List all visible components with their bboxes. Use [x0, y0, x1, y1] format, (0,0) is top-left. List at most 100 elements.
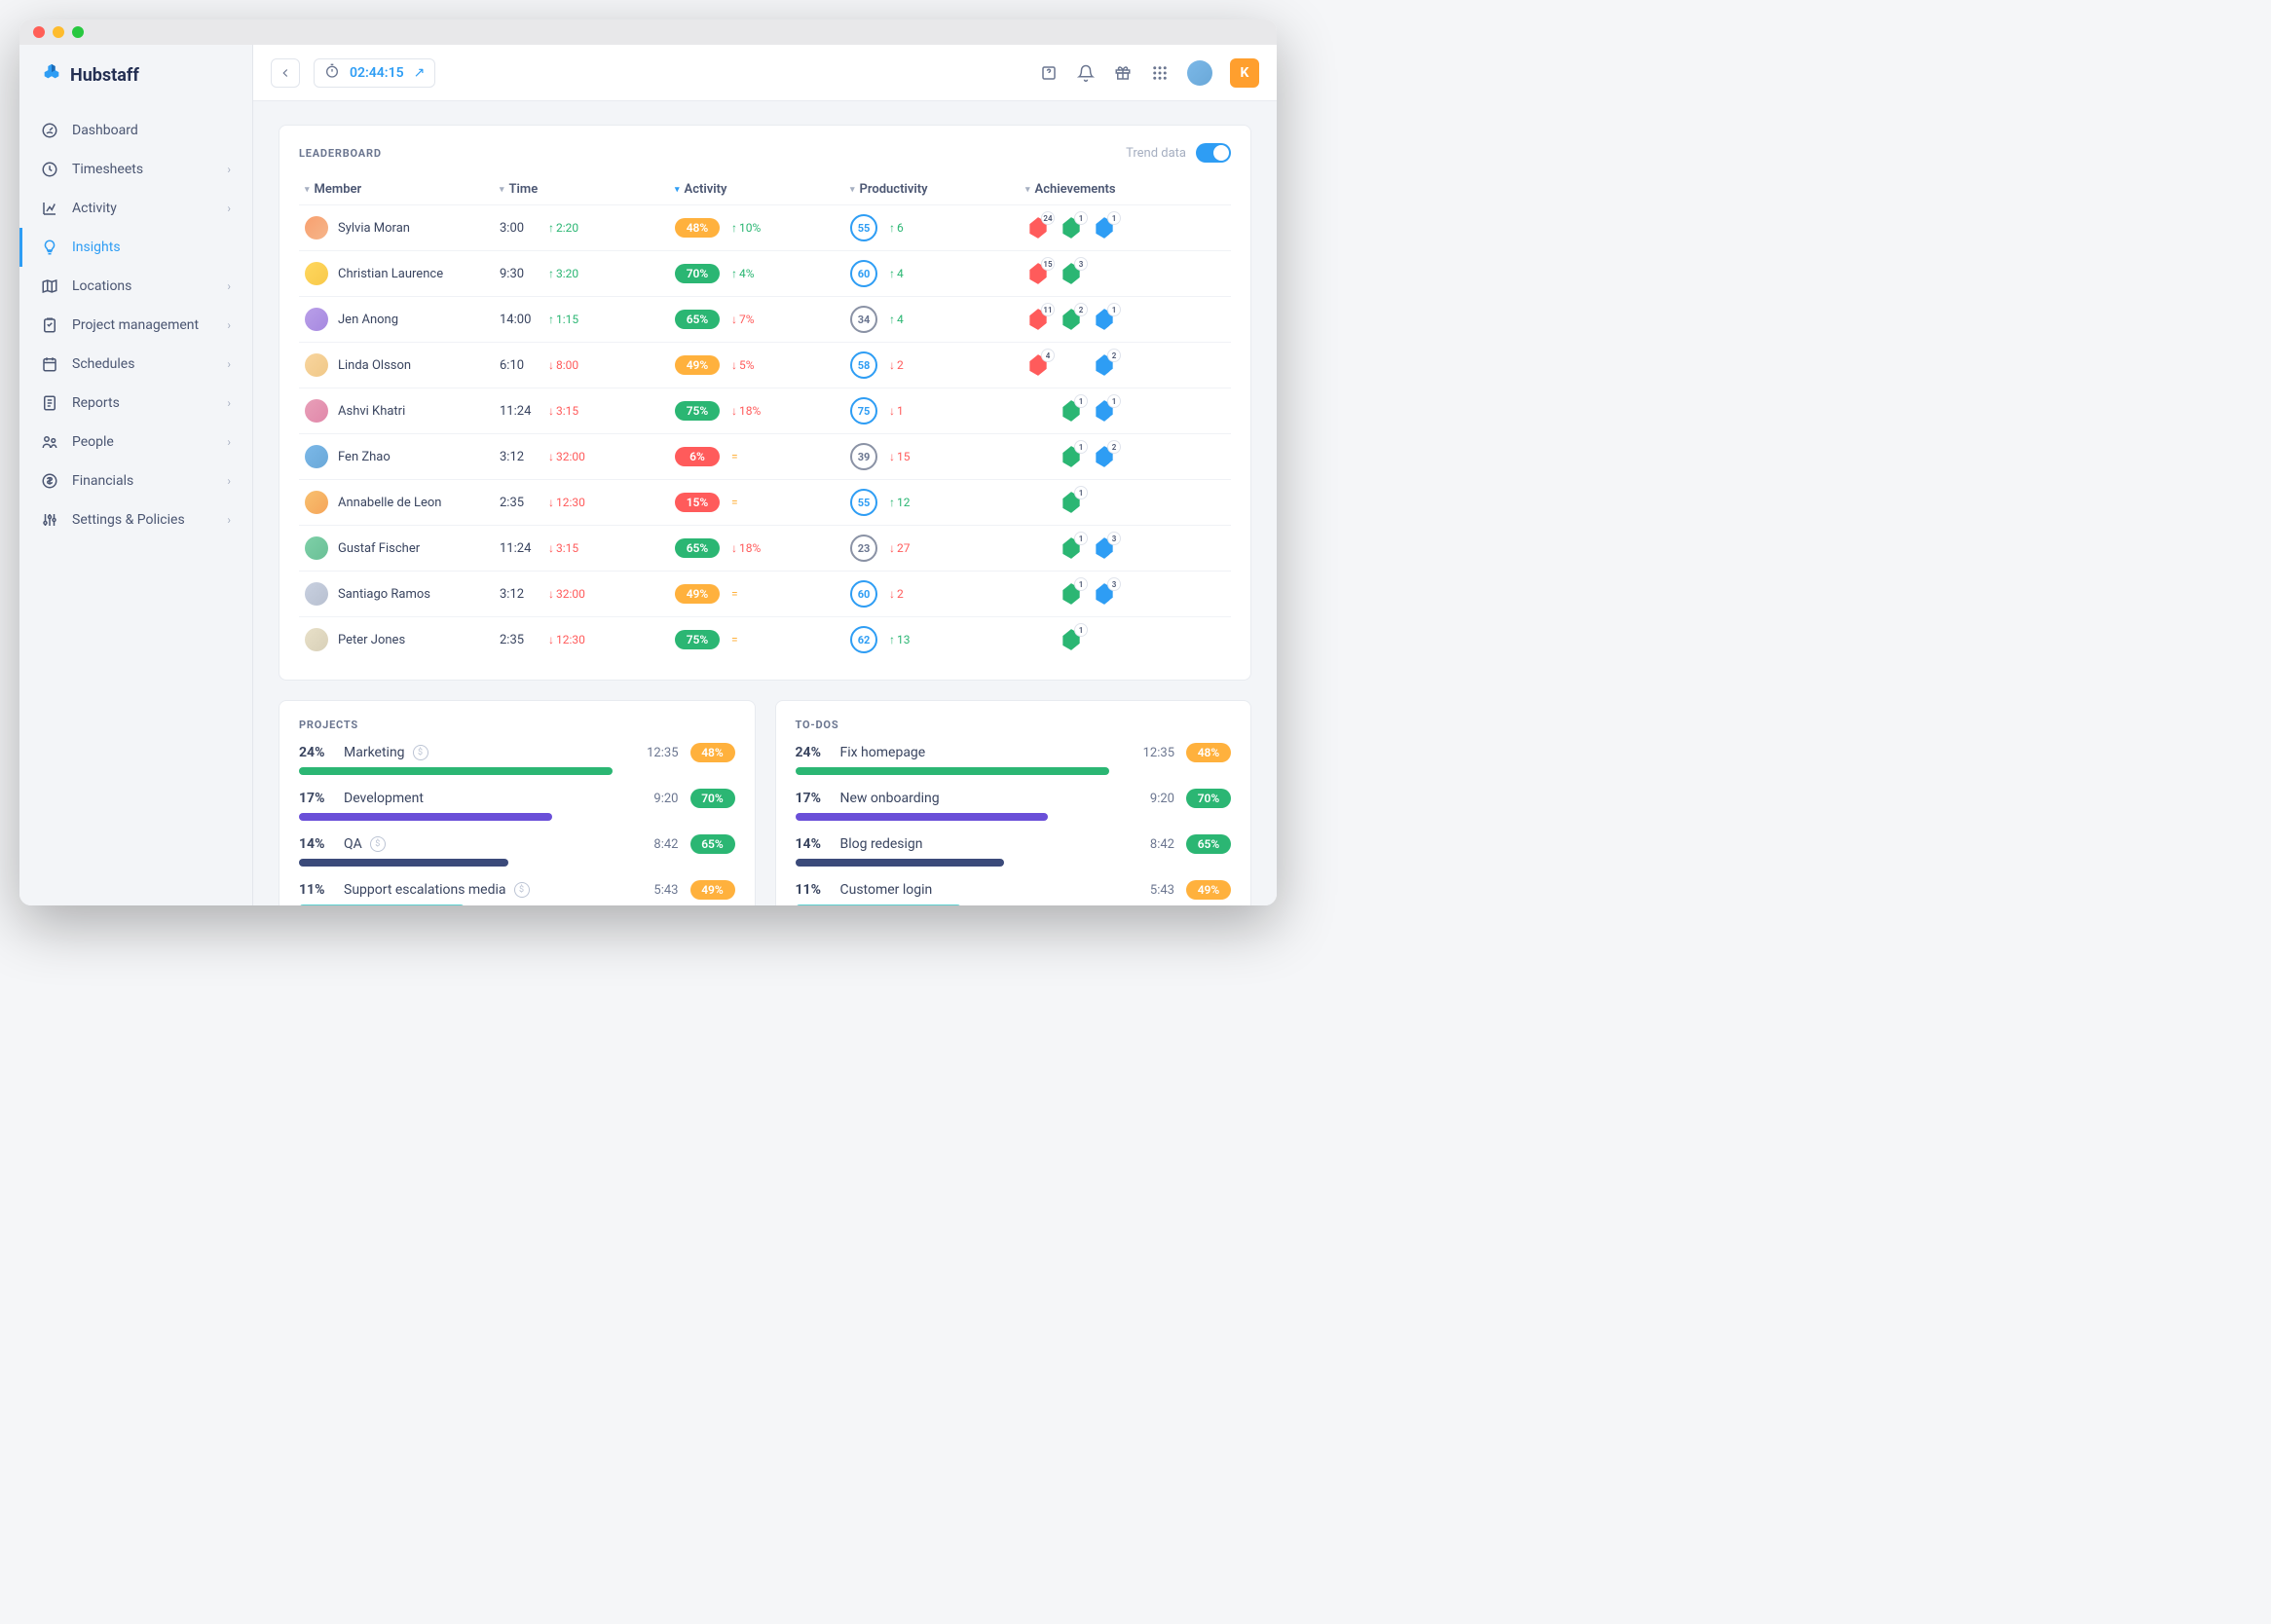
sidebar-item-activity[interactable]: Activity›: [19, 189, 252, 228]
nav-label: Locations: [72, 278, 131, 294]
user-badge[interactable]: K: [1230, 58, 1259, 88]
member-name: Linda Olsson: [338, 358, 411, 373]
activity-delta: ↑ 10%: [731, 221, 761, 235]
project-item[interactable]: 11%Support escalations media$5:4349%: [299, 872, 735, 905]
productivity-delta: ↑ 12: [889, 496, 911, 509]
nav-label: Timesheets: [72, 162, 143, 177]
time-value: 3:12: [500, 450, 537, 464]
apps-grid-icon[interactable]: [1150, 63, 1170, 83]
col-productivity[interactable]: ▾Productivity: [850, 182, 1025, 197]
sidebar-item-financials[interactable]: Financials›: [19, 461, 252, 500]
sidebar-item-dashboard[interactable]: Dashboard: [19, 111, 252, 150]
gift-icon[interactable]: [1113, 63, 1133, 83]
activity-pill: 48%: [675, 218, 720, 238]
achievement-badge: 1: [1059, 490, 1084, 515]
project-name: Marketing: [344, 745, 405, 760]
project-activity-pill: 70%: [1186, 789, 1231, 808]
col-time[interactable]: ▾Time: [500, 182, 675, 197]
chevron-right-icon: ›: [227, 396, 231, 410]
project-time: 8:42: [1150, 837, 1174, 852]
project-item[interactable]: 14%QA$8:4265%: [299, 827, 735, 867]
sidebar-item-locations[interactable]: Locations›: [19, 267, 252, 306]
project-name: Blog redesign: [840, 836, 923, 852]
trend-data-toggle[interactable]: [1196, 143, 1231, 163]
col-member[interactable]: ▾Member: [305, 182, 500, 197]
project-percent: 11%: [796, 882, 831, 898]
maximize-window-button[interactable]: [72, 26, 84, 38]
activity-delta: ↓ 7%: [731, 313, 755, 326]
project-percent: 17%: [299, 791, 334, 806]
productivity-score: 34: [850, 306, 877, 333]
time-delta: ↓ 12:30: [548, 496, 585, 509]
nav-label: People: [72, 434, 114, 450]
member-name: Christian Laurence: [338, 267, 443, 281]
progress-bar: [299, 767, 613, 775]
sidebar-item-people[interactable]: People›: [19, 423, 252, 461]
col-activity[interactable]: ▾Activity: [675, 182, 850, 197]
nav-label: Insights: [72, 240, 121, 255]
sidebar-item-schedules[interactable]: Schedules›: [19, 345, 252, 384]
leaderboard-row[interactable]: Ashvi Khatri11:24↓ 3:1575%↓ 18%75↓ 111: [299, 388, 1231, 433]
leaderboard-row[interactable]: Santiago Ramos3:12↓ 32:0049%=60↓ 213: [299, 571, 1231, 616]
leaderboard-row[interactable]: Sylvia Moran3:00↑ 2:2048%↑ 10%55↑ 62411: [299, 204, 1231, 250]
leaderboard-row[interactable]: Jen Anong14:00↑ 1:1565%↓ 7%34↑ 41121: [299, 296, 1231, 342]
close-window-button[interactable]: [33, 26, 45, 38]
leaderboard-row[interactable]: Gustaf Fischer11:24↓ 3:1565%↓ 18%23↓ 271…: [299, 525, 1231, 571]
project-item[interactable]: 24%Marketing$12:3548%: [299, 735, 735, 775]
productivity-delta: ↓ 2: [889, 358, 904, 372]
project-item[interactable]: 14%Blog redesign8:4265%: [796, 827, 1232, 867]
minimize-window-button[interactable]: [53, 26, 64, 38]
member-avatar: [305, 399, 328, 423]
map-icon: [41, 277, 58, 295]
achievements-cell: 1121: [1025, 307, 1210, 332]
chart-icon: [41, 200, 58, 217]
profile-avatar[interactable]: [1187, 60, 1212, 86]
member-avatar: [305, 353, 328, 377]
brand-logo[interactable]: Hubstaff: [19, 45, 252, 111]
sidebar-item-settings-policies[interactable]: Settings & Policies›: [19, 500, 252, 539]
productivity-score: 60: [850, 260, 877, 287]
leaderboard-row[interactable]: Christian Laurence9:30↑ 3:2070%↑ 4%60↑ 4…: [299, 250, 1231, 296]
project-item[interactable]: 11%Customer login5:4349%: [796, 872, 1232, 905]
leaderboard-row[interactable]: Fen Zhao3:12↓ 32:006%=39↓ 1512: [299, 433, 1231, 479]
member-name: Santiago Ramos: [338, 587, 430, 602]
hubstaff-logo-icon: [41, 62, 62, 88]
achievements-cell: 1: [1025, 627, 1210, 652]
time-delta: ↑ 1:15: [548, 313, 578, 326]
project-time: 12:35: [1143, 746, 1174, 760]
chevron-right-icon: ›: [227, 202, 231, 215]
sidebar-item-project-management[interactable]: Project management›: [19, 306, 252, 345]
project-item[interactable]: 24%Fix homepage12:3548%: [796, 735, 1232, 775]
time-value: 3:00: [500, 221, 537, 236]
project-name: Development: [344, 791, 424, 806]
sidebar-item-reports[interactable]: Reports›: [19, 384, 252, 423]
sidebar-item-timesheets[interactable]: Timesheets›: [19, 150, 252, 189]
sidebar-item-insights[interactable]: Insights: [19, 228, 252, 267]
nav-label: Financials: [72, 473, 133, 489]
time-value: 11:24: [500, 541, 537, 556]
project-item[interactable]: 17%Development9:2070%: [299, 781, 735, 821]
time-delta: ↓ 12:30: [548, 633, 585, 646]
bell-icon[interactable]: [1076, 63, 1096, 83]
leaderboard-row[interactable]: Peter Jones2:35↓ 12:3075%=62↑ 131: [299, 616, 1231, 662]
back-button[interactable]: [271, 58, 300, 88]
nav-label: Project management: [72, 317, 199, 333]
timer-widget[interactable]: 02:44:15 ↗: [314, 58, 435, 88]
activity-pill: 75%: [675, 630, 720, 649]
project-item[interactable]: 17%New onboarding9:2070%: [796, 781, 1232, 821]
activity-delta: ↓ 5%: [731, 358, 755, 372]
progress-bar: [796, 904, 961, 905]
project-time: 9:20: [1150, 792, 1174, 806]
activity-pill: 15%: [675, 493, 720, 512]
leaderboard-title: LEADERBOARD: [299, 147, 382, 160]
leaderboard-row[interactable]: Annabelle de Leon2:35↓ 12:3015%=55↑ 121: [299, 479, 1231, 525]
col-achievements[interactable]: ▾Achievements: [1025, 182, 1210, 197]
help-icon[interactable]: [1039, 63, 1059, 83]
leaderboard-row[interactable]: Linda Olsson6:10↓ 8:0049%↓ 5%58↓ 242: [299, 342, 1231, 388]
progress-bar: [796, 767, 1109, 775]
progress-bar: [796, 813, 1049, 821]
gauge-icon: [41, 122, 58, 139]
project-activity-pill: 48%: [1186, 743, 1231, 762]
projects-title: PROJECTS: [299, 719, 735, 731]
main-area: 02:44:15 ↗ K LEADERBOARD: [253, 45, 1277, 905]
